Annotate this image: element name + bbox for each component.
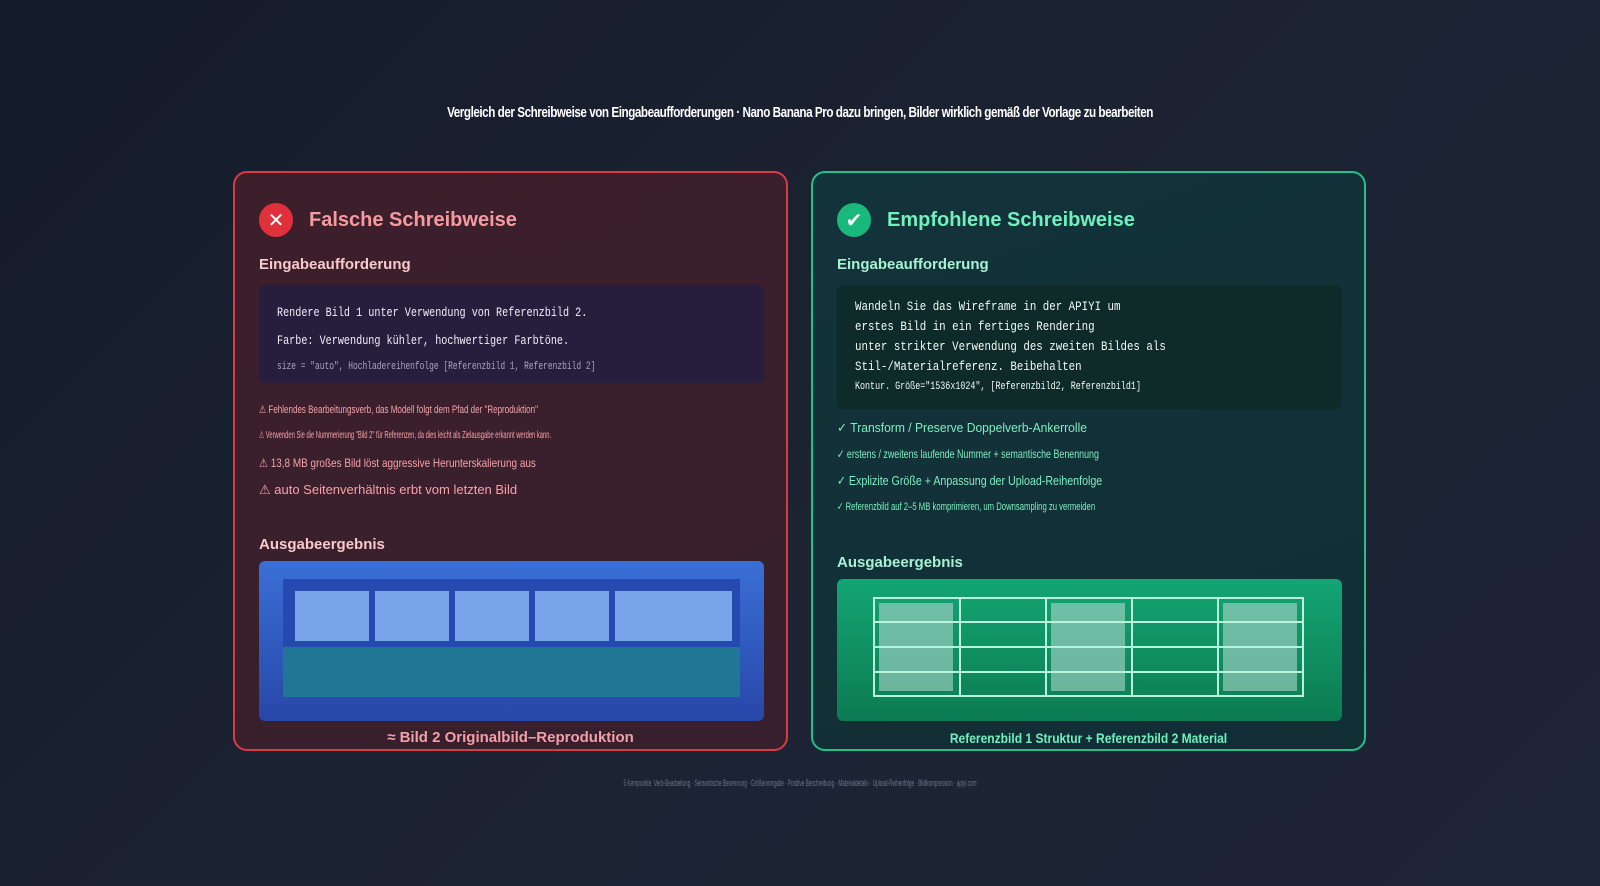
grid-line (873, 597, 1304, 599)
wireframe-bar (283, 647, 740, 697)
wrong-prompt-code: Rendere Bild 1 unter Verwendung von Refe… (259, 285, 764, 383)
footer-summary: 5 Kernpunkte: Verb-Bearbeitung · Semanti… (623, 778, 977, 788)
grid-line (1302, 597, 1304, 697)
wrong-panel-title: Falsche Schreibweise (309, 208, 517, 231)
wireframe-cell (455, 591, 529, 641)
prompt-line: Farbe: Verwendung kühler, hochwertiger F… (277, 333, 570, 348)
prompt-line: Rendere Bild 1 unter Verwendung von Refe… (277, 305, 588, 320)
tip-item: ✓ Referenzbild auf 2–5 MB komprimieren, … (837, 501, 1096, 513)
grid-line (873, 597, 875, 697)
wrong-prompt-label: Eingabeaufforderung (259, 256, 411, 273)
warning-item: ⚠ Verwenden Sie die Nummerierung "Bild 2… (259, 430, 552, 441)
grid-line (873, 695, 1304, 697)
check-icon: ✔ (837, 203, 871, 237)
recommended-panel-header: ✔ Empfohlene Schreibweise (837, 203, 1135, 237)
tip-item: ✓ Explizite Größe + Anpassung der Upload… (837, 473, 1103, 488)
x-icon: ✕ (259, 203, 293, 237)
warning-item: ⚠ Fehlendes Bearbeitungsverb, das Modell… (259, 404, 538, 416)
grid-line (873, 646, 1304, 648)
recommended-prompt-code: Wandeln Sie das Wireframe in der APIYI u… (837, 285, 1342, 409)
tip-item: ✓ Transform / Preserve Doppelverb-Ankerr… (837, 420, 1088, 435)
wireframe-cell (295, 591, 369, 641)
prompt-line: size = "auto", Hochladereihenfolge [Refe… (277, 361, 596, 373)
wrong-approach-panel: ✕ Falsche Schreibweise Eingabeaufforderu… (233, 171, 788, 751)
wrong-output-label: Ausgabeergebnis (259, 536, 385, 553)
prompt-line: erstes Bild in ein fertiges Rendering (855, 319, 1095, 334)
grid-line (873, 621, 1304, 623)
warning-item: ⚠ 13,8 MB großes Bild löst aggressive He… (259, 456, 536, 470)
grid-line (873, 671, 1304, 673)
recommended-output-preview (837, 579, 1342, 721)
recommended-approach-panel: ✔ Empfohlene Schreibweise Eingabeaufford… (811, 171, 1366, 751)
prompt-line: Kontur. Größe="1536x1024", [Referenzbild… (855, 381, 1141, 393)
wireframe-cell (375, 591, 449, 641)
tip-item: ✓ erstens / zweitens laufende Nummer + s… (837, 447, 1099, 461)
recommended-output-caption: Referenzbild 1 Struktur + Referenzbild 2… (949, 730, 1228, 746)
prompt-line: unter strikter Verwendung des zweiten Bi… (855, 339, 1166, 354)
recommended-prompt-label: Eingabeaufforderung (837, 256, 989, 273)
wireframe-cell (535, 591, 609, 641)
grid-line (959, 597, 961, 697)
warning-item: ⚠ auto Seitenverhältnis erbt vom letzten… (259, 482, 518, 497)
wrong-output-preview (259, 561, 764, 721)
wireframe-cell (615, 591, 732, 641)
prompt-line: Wandeln Sie das Wireframe in der APIYI u… (855, 299, 1121, 314)
grid-line (1045, 597, 1047, 697)
rendered-grid-preview (873, 597, 1304, 697)
grid-line (1217, 597, 1219, 697)
wrong-output-caption: ≈ Bild 2 Originalbild–Reproduktion (387, 729, 634, 746)
recommended-output-label: Ausgabeergebnis (837, 554, 963, 571)
recommended-panel-title: Empfohlene Schreibweise (887, 208, 1135, 231)
grid-line (1131, 597, 1133, 697)
prompt-line: Stil-/Materialreferenz. Beibehalten (855, 359, 1082, 374)
wireframe-reproduction (283, 579, 740, 697)
page-title: Vergleich der Schreibweise von Eingabeau… (447, 104, 1153, 121)
wrong-panel-header: ✕ Falsche Schreibweise (259, 203, 517, 237)
